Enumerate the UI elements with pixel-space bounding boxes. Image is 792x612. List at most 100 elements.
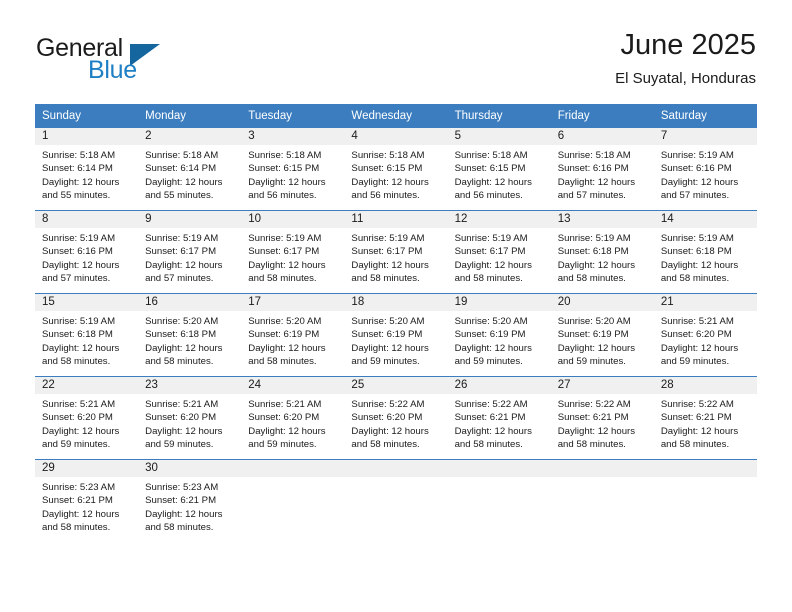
calendar-day-cell[interactable]: 20 Sunrise: 5:20 AM Sunset: 6:19 PM Dayligh…: [550, 293, 654, 377]
daylight-line-1: Daylight: 12 hours: [145, 259, 223, 271]
day-number: 27: [550, 377, 654, 394]
daylight-line-2: and 59 minutes.: [145, 439, 214, 451]
day-details: Sunrise: 5:18 AM Sunset: 6:15 PM Daylight:…: [241, 145, 344, 203]
calendar-day-cell[interactable]: 29 Sunrise: 5:23 AM Sunset: 6:21 PM Dayligh…: [35, 459, 139, 542]
calendar-day-cell[interactable]: 1 Sunrise: 5:18 AM Sunset: 6:14 PM Daylight…: [35, 128, 139, 211]
day-number: 3: [241, 128, 345, 145]
sunrise-time: Sunrise: 5:22 AM: [557, 399, 631, 410]
calendar-day-cell[interactable]: 3 Sunrise: 5:18 AM Sunset: 6:15 PM Daylight…: [241, 128, 345, 211]
daylight-line-2: and 58 minutes.: [145, 356, 214, 368]
sunset-time: Sunset: 6:17 PM: [145, 246, 217, 258]
daylight-line-2: and 58 minutes.: [248, 273, 317, 285]
logo-text-blue: Blue: [88, 56, 137, 84]
calendar-header-row: Sunday Monday Tuesday Wednesday Thursday…: [35, 104, 757, 128]
page-title: June 2025: [620, 29, 756, 61]
calendar-day-cell-empty: [344, 459, 448, 542]
daylight-line-1: Daylight: 12 hours: [351, 259, 429, 271]
daylight-line-1: Daylight: 12 hours: [454, 342, 532, 354]
daylight-line-1: Daylight: 12 hours: [351, 342, 429, 354]
calendar-day-cell[interactable]: 18 Sunrise: 5:20 AM Sunset: 6:19 PM Dayligh…: [344, 293, 448, 377]
sunrise-time: Sunrise: 5:20 AM: [248, 316, 322, 327]
sunset-time: Sunset: 6:16 PM: [660, 163, 732, 175]
sunset-time: Sunset: 6:19 PM: [248, 329, 320, 341]
calendar-day-cell[interactable]: 7 Sunrise: 5:19 AM Sunset: 6:16 PM Daylight…: [653, 128, 757, 211]
day-details: Sunrise: 5:23 AM Sunset: 6:21 PM Daylight:…: [35, 477, 138, 535]
daylight-line-1: Daylight: 12 hours: [42, 342, 120, 354]
day-number: 21: [653, 294, 757, 311]
calendar-day-cell[interactable]: 19 Sunrise: 5:20 AM Sunset: 6:19 PM Dayligh…: [447, 293, 551, 377]
calendar-day-cell[interactable]: 6 Sunrise: 5:18 AM Sunset: 6:16 PM Daylight…: [550, 128, 654, 211]
weekday-header-thursday: Thursday: [447, 104, 551, 128]
calendar-day-cell[interactable]: 5 Sunrise: 5:18 AM Sunset: 6:15 PM Daylight…: [447, 128, 551, 211]
daylight-line-1: Daylight: 12 hours: [351, 425, 429, 437]
calendar-week-row: 22 Sunrise: 5:21 AM Sunset: 6:20 PM Dayligh…: [35, 376, 757, 460]
day-number: 23: [138, 377, 242, 394]
sunset-time: Sunset: 6:14 PM: [42, 163, 113, 175]
daylight-line-2: and 56 minutes.: [454, 190, 523, 202]
general-blue-logo[interactable]: General Blue: [36, 34, 216, 90]
daylight-line-2: and 55 minutes.: [42, 190, 111, 202]
calendar-day-cell[interactable]: 26 Sunrise: 5:22 AM Sunset: 6:21 PM Dayligh…: [447, 376, 551, 460]
page-subtitle: El Suyatal, Honduras: [615, 70, 756, 87]
calendar-day-cell[interactable]: 27 Sunrise: 5:22 AM Sunset: 6:21 PM Dayligh…: [550, 376, 654, 460]
sunrise-time: Sunrise: 5:19 AM: [42, 316, 116, 327]
calendar-day-cell[interactable]: 2 Sunrise: 5:18 AM Sunset: 6:14 PM Daylight…: [138, 128, 242, 211]
sunset-time: Sunset: 6:18 PM: [42, 329, 113, 341]
calendar-day-cell[interactable]: 9 Sunrise: 5:19 AM Sunset: 6:17 PM Daylight…: [138, 210, 242, 294]
day-details: Sunrise: 5:20 AM Sunset: 6:19 PM Daylight:…: [551, 311, 654, 369]
day-number: 19: [447, 294, 551, 311]
day-details: Sunrise: 5:22 AM Sunset: 6:21 PM Daylight:…: [448, 394, 551, 452]
calendar-day-cell[interactable]: 17 Sunrise: 5:20 AM Sunset: 6:19 PM Dayligh…: [241, 293, 345, 377]
sunrise-time: Sunrise: 5:22 AM: [351, 399, 425, 410]
calendar-day-cell-empty: [447, 459, 551, 542]
day-number: 28: [653, 377, 757, 394]
calendar-day-cell[interactable]: 23 Sunrise: 5:21 AM Sunset: 6:20 PM Dayligh…: [138, 376, 242, 460]
day-number: 13: [550, 211, 654, 228]
daylight-line-1: Daylight: 12 hours: [660, 259, 739, 271]
sunrise-time: Sunrise: 5:18 AM: [248, 150, 322, 161]
sunrise-time: Sunrise: 5:21 AM: [248, 399, 322, 410]
day-details: Sunrise: 5:20 AM Sunset: 6:19 PM Daylight:…: [241, 311, 344, 369]
calendar-day-cell[interactable]: 15 Sunrise: 5:19 AM Sunset: 6:18 PM Dayligh…: [35, 293, 139, 377]
daylight-line-1: Daylight: 12 hours: [248, 176, 326, 188]
calendar-day-cell[interactable]: 30 Sunrise: 5:23 AM Sunset: 6:21 PM Dayligh…: [138, 459, 242, 542]
day-details: Sunrise: 5:21 AM Sunset: 6:20 PM Daylight:…: [241, 394, 344, 452]
calendar-day-cell[interactable]: 11 Sunrise: 5:19 AM Sunset: 6:17 PM Dayligh…: [344, 210, 448, 294]
calendar-day-cell[interactable]: 14 Sunrise: 5:19 AM Sunset: 6:18 PM Dayligh…: [653, 210, 757, 294]
daylight-line-1: Daylight: 12 hours: [454, 259, 532, 271]
daylight-line-1: Daylight: 12 hours: [454, 176, 532, 188]
sunrise-time: Sunrise: 5:18 AM: [42, 150, 116, 161]
daylight-line-1: Daylight: 12 hours: [557, 259, 636, 271]
sunrise-time: Sunrise: 5:19 AM: [42, 233, 116, 244]
calendar-day-cell-empty: [241, 459, 345, 542]
calendar-day-cell[interactable]: 24 Sunrise: 5:21 AM Sunset: 6:20 PM Dayligh…: [241, 376, 345, 460]
calendar-day-cell[interactable]: 10 Sunrise: 5:19 AM Sunset: 6:17 PM Dayligh…: [241, 210, 345, 294]
calendar-day-cell[interactable]: 22 Sunrise: 5:21 AM Sunset: 6:20 PM Dayligh…: [35, 376, 139, 460]
calendar-day-cell[interactable]: 25 Sunrise: 5:22 AM Sunset: 6:20 PM Dayligh…: [344, 376, 448, 460]
calendar-day-cell[interactable]: 28 Sunrise: 5:22 AM Sunset: 6:21 PM Dayligh…: [653, 376, 757, 460]
daylight-line-2: and 58 minutes.: [42, 356, 111, 368]
daylight-line-2: and 57 minutes.: [557, 190, 626, 202]
daylight-line-2: and 58 minutes.: [660, 273, 730, 285]
daylight-line-1: Daylight: 12 hours: [145, 342, 223, 354]
daylight-line-2: and 58 minutes.: [42, 522, 111, 534]
day-number: [344, 460, 448, 477]
calendar-day-cell[interactable]: 21 Sunrise: 5:21 AM Sunset: 6:20 PM Dayligh…: [653, 293, 757, 377]
calendar-day-cell[interactable]: 12 Sunrise: 5:19 AM Sunset: 6:17 PM Dayligh…: [447, 210, 551, 294]
calendar-day-cell[interactable]: 8 Sunrise: 5:19 AM Sunset: 6:16 PM Daylight…: [35, 210, 139, 294]
day-details: Sunrise: 5:21 AM Sunset: 6:20 PM Daylight:…: [35, 394, 138, 452]
calendar-week-row: 15 Sunrise: 5:19 AM Sunset: 6:18 PM Dayligh…: [35, 293, 757, 377]
daylight-line-2: and 59 minutes.: [42, 439, 111, 451]
sunrise-time: Sunrise: 5:20 AM: [351, 316, 425, 327]
sunrise-time: Sunrise: 5:18 AM: [145, 150, 219, 161]
daylight-line-2: and 58 minutes.: [351, 273, 420, 285]
sunset-time: Sunset: 6:16 PM: [557, 163, 629, 175]
day-details: Sunrise: 5:19 AM Sunset: 6:17 PM Daylight:…: [138, 228, 241, 286]
calendar-week-row: 1 Sunrise: 5:18 AM Sunset: 6:14 PM Daylight…: [35, 128, 757, 211]
calendar-day-cell[interactable]: 13 Sunrise: 5:19 AM Sunset: 6:18 PM Dayligh…: [550, 210, 654, 294]
daylight-line-1: Daylight: 12 hours: [248, 425, 326, 437]
calendar-day-cell[interactable]: 4 Sunrise: 5:18 AM Sunset: 6:15 PM Daylight…: [344, 128, 448, 211]
sunrise-time: Sunrise: 5:22 AM: [454, 399, 528, 410]
calendar-day-cell[interactable]: 16 Sunrise: 5:20 AM Sunset: 6:18 PM Dayligh…: [138, 293, 242, 377]
day-number: 1: [35, 128, 139, 145]
